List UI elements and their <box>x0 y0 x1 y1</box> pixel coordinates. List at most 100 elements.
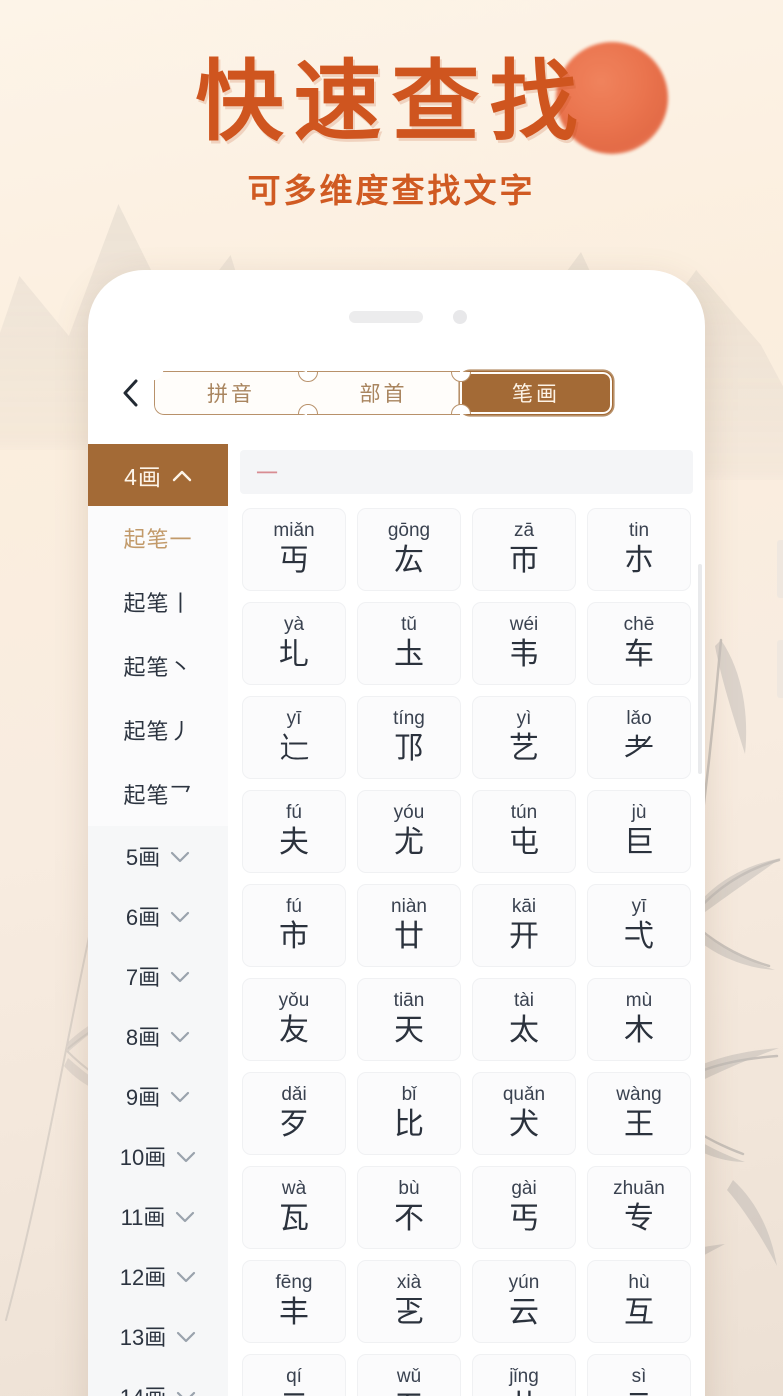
pinyin-label: chē <box>623 614 655 636</box>
character-cell[interactable]: lǎo 耂 <box>587 696 691 779</box>
character-cell[interactable]: yún 云 <box>472 1260 576 1343</box>
sidebar-group-7-strokes[interactable]: 7画 <box>88 946 228 1006</box>
character-cell[interactable]: chē 车 <box>587 602 691 685</box>
character-cell[interactable]: zā 帀 <box>472 508 576 591</box>
sidebar-group-label: 12画 <box>119 1265 167 1290</box>
chevron-down-icon <box>175 1210 195 1223</box>
character-cell[interactable]: yǒu 友 <box>242 978 346 1061</box>
character-label: 朩 <box>624 543 654 577</box>
character-label: 歹 <box>279 1107 309 1141</box>
app-body: 4画 起笔一 起笔丨 起笔丶 起笔丿 起笔乛 5画 6画 7画 8画 9画 10… <box>88 444 705 1396</box>
sidebar-group-4-strokes[interactable]: 4画 <box>88 444 228 506</box>
character-label: 云 <box>509 1295 539 1329</box>
sidebar-group-14-strokes[interactable]: 14画 <box>88 1366 228 1396</box>
character-cell[interactable]: quǎn 犬 <box>472 1072 576 1155</box>
character-cell[interactable]: mù 木 <box>587 978 691 1061</box>
pinyin-label: sì <box>631 1366 647 1388</box>
sidebar-item-start-stroke-dian[interactable]: 起笔丶 <box>88 634 228 698</box>
character-label: 犬 <box>509 1107 539 1141</box>
pinyin-label: wǔ <box>396 1366 422 1388</box>
sidebar-group-6-strokes[interactable]: 6画 <box>88 886 228 946</box>
sidebar-item-start-stroke-heng[interactable]: 起笔一 <box>88 506 228 570</box>
character-cell[interactable]: jù 巨 <box>587 790 691 873</box>
pinyin-label: wéi <box>509 614 539 636</box>
character-label: 亓 <box>279 1389 309 1396</box>
character-label: 市 <box>279 919 309 953</box>
character-cell[interactable]: wàng 王 <box>587 1072 691 1155</box>
character-cell[interactable]: yì 艺 <box>472 696 576 779</box>
character-cell[interactable]: jǐng井 <box>472 1354 576 1396</box>
character-label: 屯 <box>509 825 539 859</box>
character-cell[interactable]: zhuān 专 <box>587 1166 691 1249</box>
sidebar-group-8-strokes[interactable]: 8画 <box>88 1006 228 1066</box>
pinyin-label: tiān <box>393 990 425 1012</box>
pinyin-label: bǐ <box>401 1084 417 1106</box>
pinyin-label: kāi <box>511 896 537 918</box>
pinyin-label: miǎn <box>273 520 315 542</box>
character-label: 夫 <box>279 825 309 859</box>
app-topbar: 拼音 部首 笔画 <box>88 360 705 426</box>
character-cell[interactable]: yóu 尤 <box>357 790 461 873</box>
sidebar-group-label: 5画 <box>125 845 161 870</box>
character-cell[interactable]: tài 太 <box>472 978 576 1061</box>
character-cell[interactable]: tǔ 圡 <box>357 602 461 685</box>
sidebar-group-9-strokes[interactable]: 9画 <box>88 1066 228 1126</box>
character-label: 帀 <box>509 543 539 577</box>
sidebar-group-11-strokes[interactable]: 11画 <box>88 1186 228 1246</box>
sidebar-group-label: 7画 <box>125 965 161 990</box>
back-button[interactable] <box>110 371 150 415</box>
vertical-scrollbar[interactable] <box>698 564 702 774</box>
character-cell[interactable]: yī 辷 <box>242 696 346 779</box>
character-grid: miǎn 丏 gōng 厷 zā 帀 tin 朩 yà 圠 tǔ 圡 wéi 韦 chē 车 y… <box>228 494 705 1396</box>
character-label: 廿 <box>394 919 424 953</box>
tab-pinyin[interactable]: 拼音 <box>154 371 307 415</box>
chevron-down-icon <box>170 970 190 983</box>
character-label: 圡 <box>394 637 424 671</box>
character-cell[interactable]: fú 夫 <box>242 790 346 873</box>
tab-strokes[interactable]: 笔画 <box>460 371 613 415</box>
character-cell[interactable]: bǐ 比 <box>357 1072 461 1155</box>
chevron-down-icon <box>170 910 190 923</box>
character-label: 车 <box>624 637 654 671</box>
character-cell[interactable]: fēng 丰 <box>242 1260 346 1343</box>
character-cell[interactable]: wéi 韦 <box>472 602 576 685</box>
character-cell[interactable]: qí亓 <box>242 1354 346 1396</box>
character-cell[interactable]: niàn 廿 <box>357 884 461 967</box>
sidebar-item-start-stroke-pie[interactable]: 起笔丿 <box>88 698 228 762</box>
pinyin-label: yì <box>516 708 532 730</box>
character-label: 亖 <box>624 1389 654 1396</box>
character-cell[interactable]: gōng 厷 <box>357 508 461 591</box>
pinyin-label: dǎi <box>281 1084 307 1106</box>
sidebar-group-label: 14画 <box>120 1380 166 1396</box>
sidebar-item-start-stroke-shu[interactable]: 起笔丨 <box>88 570 228 634</box>
character-cell[interactable]: miǎn 丏 <box>242 508 346 591</box>
character-cell[interactable]: wà 瓦 <box>242 1166 346 1249</box>
character-cell[interactable]: bù 不 <box>357 1166 461 1249</box>
character-cell[interactable]: sì亖 <box>587 1354 691 1396</box>
character-cell[interactable]: xià 乤 <box>357 1260 461 1343</box>
sidebar-group-5-strokes[interactable]: 5画 <box>88 826 228 886</box>
character-label: 韦 <box>509 637 539 671</box>
character-cell[interactable]: yī 弌 <box>587 884 691 967</box>
character-cell[interactable]: dǎi 歹 <box>242 1072 346 1155</box>
character-cell[interactable]: kāi 开 <box>472 884 576 967</box>
chevron-down-icon <box>170 850 190 863</box>
sidebar-group-13-strokes[interactable]: 13画 <box>88 1306 228 1366</box>
sidebar-item-start-stroke-zhe[interactable]: 起笔乛 <box>88 762 228 826</box>
sidebar-group-12-strokes[interactable]: 12画 <box>88 1246 228 1306</box>
character-cell[interactable]: yà 圠 <box>242 602 346 685</box>
sidebar-subitem-label: 起笔丶 <box>123 655 193 680</box>
stroke-count-sidebar[interactable]: 4画 起笔一 起笔丨 起笔丶 起笔丿 起笔乛 5画 6画 7画 8画 9画 10… <box>88 444 228 1396</box>
sidebar-group-10-strokes[interactable]: 10画 <box>88 1126 228 1186</box>
phone-side-button-upper <box>777 540 783 598</box>
character-cell[interactable]: tún 屯 <box>472 790 576 873</box>
character-cell[interactable]: wǔ五 <box>357 1354 461 1396</box>
character-cell[interactable]: fú 市 <box>242 884 346 967</box>
character-cell[interactable]: tíng 邒 <box>357 696 461 779</box>
sidebar-group-label: 9画 <box>125 1085 161 1110</box>
character-cell[interactable]: gài 丐 <box>472 1166 576 1249</box>
character-cell[interactable]: tiān 天 <box>357 978 461 1061</box>
character-cell[interactable]: hù 互 <box>587 1260 691 1343</box>
tab-radical[interactable]: 部首 <box>307 371 460 415</box>
character-cell[interactable]: tin 朩 <box>587 508 691 591</box>
